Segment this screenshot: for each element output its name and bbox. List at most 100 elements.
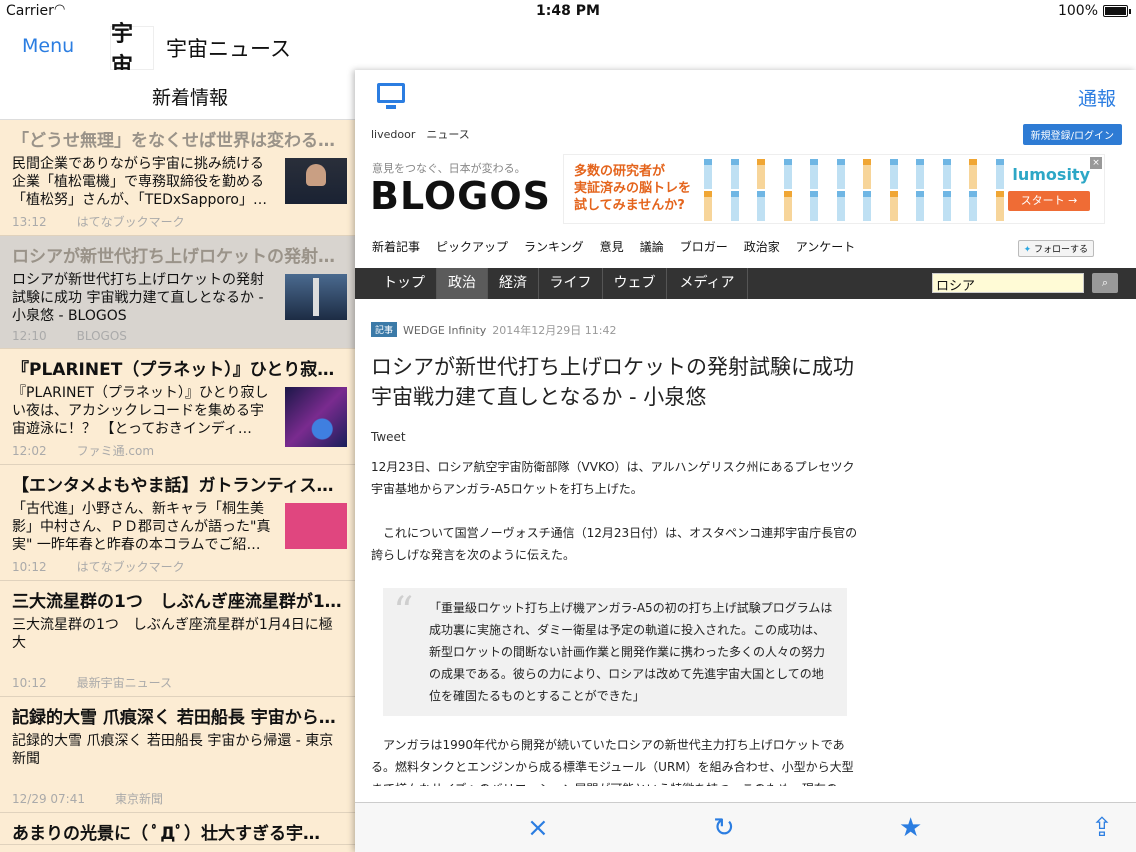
quote-mark-icon: “	[393, 589, 414, 635]
subnav-item[interactable]: 新着記事	[372, 240, 420, 254]
subnav-item[interactable]: ピックアップ	[436, 240, 508, 254]
item-meta: 12/29 07:41 東京新聞	[0, 786, 355, 812]
tab-media[interactable]: メディア	[667, 268, 748, 299]
quote-text: 「重量級ロケット打ち上げ機アンガラ-A5の初の打ち上げ試験プログラムは成功裏に実…	[429, 601, 833, 703]
site-header: 意見をつなぐ、日本が変わる。 BLOGOS 多数の研究者が 実証済みの脳トレを …	[355, 150, 1136, 228]
article-quote: “ 「重量級ロケット打ち上げ機アンガラ-A5の初の打ち上げ試験プログラムは成功裏…	[383, 588, 847, 716]
article-meta: 記事 WEDGE Infinity 2014年12月29日 11:42	[371, 322, 859, 338]
tab-life[interactable]: ライフ	[539, 268, 603, 299]
tweet-button[interactable]: Tweet	[371, 430, 859, 444]
item-headline: 『PLARINET（プラネット）』ひとり寂し…	[12, 360, 352, 380]
site-logo[interactable]: BLOGOS	[370, 174, 551, 218]
list-item[interactable]: あまりの光景に（ ﾟДﾟ）壮大すぎる宇…	[0, 813, 355, 845]
subnav-item[interactable]: 議論	[640, 240, 664, 254]
close-icon[interactable]: ×	[527, 813, 549, 843]
article-panel: 通報 livedoor ニュース 新規登録/ログイン 意見をつなぐ、日本が変わる…	[355, 70, 1136, 852]
ad-line: 多数の研究者が	[574, 164, 666, 179]
item-thumbnail	[285, 274, 347, 320]
list-item[interactable]: ロシアが新世代打ち上げロケットの発射… ロシアが新世代打ち上げロケットの発射試験…	[0, 236, 355, 349]
item-time: 12/29 07:41	[12, 792, 85, 806]
twitter-bird-icon: ✦	[1023, 245, 1032, 255]
item-source: ファミ通.com	[76, 444, 155, 458]
app-root: Carrier ◠ 1:48 PM 100% Menu 宇宙 宇宙ニュース 新着…	[0, 0, 1136, 852]
news-feed[interactable]: 「どうせ無理」をなくせば世界は変わる… 民間企業でありながら宇宙に挑み続ける企業…	[0, 120, 355, 852]
tab-top[interactable]: トップ	[372, 268, 437, 299]
item-thumbnail	[285, 387, 347, 447]
tab-economy[interactable]: 経済	[488, 268, 539, 299]
subnav-item[interactable]: ランキング	[524, 240, 584, 254]
item-source: はてなブックマーク	[76, 215, 185, 229]
list-item[interactable]: 「どうせ無理」をなくせば世界は変わる… 民間企業でありながら宇宙に挑み続ける企業…	[0, 120, 355, 236]
ad-copy: 多数の研究者が 実証済みの脳トレを 試してみませんか?	[574, 163, 691, 214]
reload-icon[interactable]: ↻	[713, 813, 735, 843]
livedoor-bar: livedoor ニュース 新規登録/ログイン	[355, 120, 1136, 148]
app-logo: 宇宙	[110, 21, 154, 79]
item-thumbnail	[285, 503, 347, 549]
item-headline: あまりの光景に（ ﾟДﾟ）壮大すぎる宇…	[12, 824, 320, 844]
register-login-button[interactable]: 新規登録/ログイン	[1022, 124, 1122, 145]
subnav-item[interactable]: 政治家	[744, 240, 780, 254]
item-meta: 12:10 BLOGOS	[0, 325, 355, 348]
item-meta: 10:12 はてなブックマーク	[0, 554, 355, 580]
panel-header: 通報	[355, 70, 1136, 120]
article-paragraph: これについて国営ノーヴォスチ通信（12月23日付）は、オスタペンコ連邦宇宙庁長官…	[371, 526, 858, 562]
item-time: 12:10	[12, 329, 47, 343]
ad-illustration	[704, 159, 1004, 221]
item-meta: 10:12 最新宇宙ニュース	[0, 670, 355, 696]
item-headline: 【エンタメよもやま話】ガトランティス…	[12, 476, 334, 496]
ad-close-icon[interactable]: ×	[1090, 157, 1102, 169]
item-time: 13:12	[12, 215, 47, 229]
item-time: 12:02	[12, 444, 47, 458]
ad-line: 実証済みの脳トレを	[574, 181, 692, 196]
list-item[interactable]: 【エンタメよもやま話】ガトランティス… 「古代進」小野さん、新キャラ「桐生美影」…	[0, 465, 355, 581]
item-meta: 13:12 はてなブックマーク	[0, 209, 355, 235]
item-source: 東京新聞	[114, 792, 163, 806]
item-time: 10:12	[12, 676, 47, 690]
tab-politics[interactable]: 政治	[437, 268, 488, 299]
battery-percent: 100%	[1057, 3, 1098, 19]
ad-line: 試してみませんか?	[574, 198, 685, 213]
item-headline: 「どうせ無理」をなくせば世界は変わる…	[12, 131, 335, 151]
feed-header: 新着情報	[0, 70, 380, 120]
item-summary: 三大流星群の1つ しぶんぎ座流星群が1月4日に極大	[12, 617, 333, 651]
list-item[interactable]: 三大流星群の1つ しぶんぎ座流星群が1… 三大流星群の1つ しぶんぎ座流星群が1…	[0, 581, 355, 697]
status-bar: Carrier ◠ 1:48 PM 100%	[0, 0, 1136, 22]
article: 記事 WEDGE Infinity 2014年12月29日 11:42 ロシアが新世…	[371, 322, 859, 786]
item-source: はてなブックマーク	[76, 560, 185, 574]
item-headline: 記録的大雪 爪痕深く 若田船長 宇宙から帰…	[12, 708, 353, 728]
ad-start-button[interactable]: スタート →	[1008, 191, 1090, 211]
ad-brand: lumosity	[1012, 165, 1090, 184]
item-summary: 記録的大雪 爪痕深く 若田船長 宇宙から帰還 - 東京新聞	[12, 733, 334, 767]
battery-icon	[1103, 5, 1131, 17]
follow-label: フォローする	[1033, 245, 1088, 255]
favorite-star-icon[interactable]: ★	[899, 813, 922, 843]
article-tag: 記事	[371, 322, 398, 337]
article-source[interactable]: WEDGE Infinity	[403, 324, 486, 337]
item-source: BLOGOS	[76, 329, 127, 343]
share-icon[interactable]: ⇪	[1091, 813, 1113, 843]
menu-button[interactable]: Menu	[22, 35, 74, 57]
search-input[interactable]: ロシア	[932, 273, 1084, 294]
search-icon[interactable]: ⌕	[1092, 273, 1118, 293]
livedoor-news-link[interactable]: livedoor ニュース	[371, 126, 470, 142]
list-item[interactable]: 記録的大雪 爪痕深く 若田船長 宇宙から帰… 記録的大雪 爪痕深く 若田船長 宇…	[0, 697, 355, 813]
subnav-item[interactable]: ブロガー	[680, 240, 728, 254]
item-headline: 三大流星群の1つ しぶんぎ座流星群が1…	[12, 592, 342, 612]
clock: 1:48 PM	[536, 3, 600, 19]
subnav-item[interactable]: 意見	[600, 240, 624, 254]
item-source: 最新宇宙ニュース	[76, 676, 172, 690]
item-headline: ロシアが新世代打ち上げロケットの発射…	[12, 247, 335, 267]
list-item[interactable]: 『PLARINET（プラネット）』ひとり寂し… 『PLARINET（プラネット）…	[0, 349, 355, 465]
item-time: 10:12	[12, 560, 47, 574]
monitor-icon[interactable]	[377, 83, 405, 109]
report-button[interactable]: 通報	[1078, 84, 1116, 111]
tab-web[interactable]: ウェブ	[603, 268, 667, 299]
ad-banner[interactable]: 多数の研究者が 実証済みの脳トレを 試してみませんか? lumosity スター…	[563, 154, 1105, 224]
bottom-toolbar: × ↻ ★ ⇪	[355, 802, 1136, 852]
feed-title: 新着情報	[151, 87, 228, 109]
app-title: 宇宙ニュース	[166, 37, 291, 61]
twitter-follow-button[interactable]: ✦ フォローする	[1017, 240, 1094, 257]
article-title: ロシアが新世代打ち上げロケットの発射試験に成功 宇宙戦力建て直しとなるか - 小…	[371, 355, 854, 409]
category-bar: トップ 政治 経済 ライフ ウェブ メディア ロシア ⌕	[355, 268, 1136, 299]
subnav-item[interactable]: アンケート	[796, 240, 856, 254]
